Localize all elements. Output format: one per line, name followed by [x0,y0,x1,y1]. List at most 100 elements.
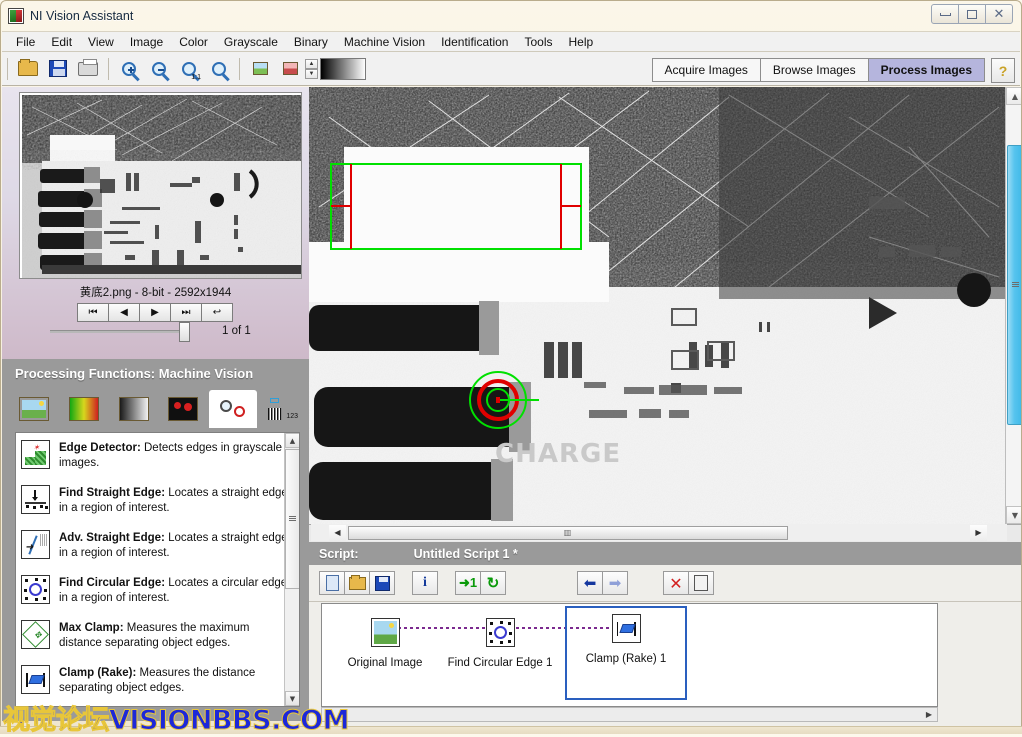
page-count-label: 1 of 1 [222,325,251,337]
zoom-out-button[interactable] [145,56,173,82]
script-step-original-image[interactable]: Original Image [326,612,444,698]
image-horizontal-scrollbar[interactable]: ◀ ▥ ▶ [311,524,1007,541]
menu-image[interactable]: Image [122,33,171,51]
zoom-out-icon [152,62,166,76]
image-navigation: ⏮ ◀ ▶ ⏭ ↩ [2,303,309,322]
script-scroll-right-arrow[interactable]: ▶ [922,708,936,721]
close-button[interactable]: ✕ [985,4,1013,24]
thumbnail-preview[interactable] [19,92,302,279]
run-once-icon: ➜1 [459,575,477,591]
save-image-button[interactable] [44,56,72,82]
clamp-rake-icon [612,614,641,643]
palette-stepper[interactable]: ▲ ▼ [305,59,318,79]
thumbnail-image [22,95,301,278]
image-scroll-down-arrow[interactable]: ▼ [1006,506,1022,524]
open-image-button[interactable] [14,56,42,82]
palette-stepper-up[interactable]: ▲ [305,59,318,69]
function-item-edge-detector[interactable]: ✶ Edge Detector: Detects edges in graysc… [16,433,299,478]
category-tab-grayscale[interactable] [110,390,158,428]
image-hscrollbar-thumb[interactable]: ▥ [348,526,788,540]
step-back-button[interactable]: ⬅ [577,571,603,595]
function-item-find-straight-edge[interactable]: Find Straight Edge: Locates a straight e… [16,478,299,523]
zoom-actual-button[interactable]: 1:1 [175,56,203,82]
image-slider-thumb[interactable] [179,322,190,342]
menu-help[interactable]: Help [561,33,602,51]
info-icon: i [423,575,427,591]
scrollbar-thumb[interactable] [285,449,300,589]
function-item-clamp-rake[interactable]: Clamp (Rake): Measures the distance sepa… [16,658,299,703]
image-scroll-left-arrow[interactable]: ◀ [329,525,346,541]
image-slider-row: 1 of 1 [2,325,309,337]
image-scroll-up-arrow[interactable]: ▲ [1006,87,1022,105]
script-step-clamp-rake[interactable]: Clamp (Rake) 1 [565,606,687,700]
menu-tools[interactable]: Tools [516,33,560,51]
script-info-button[interactable]: i [412,571,438,595]
menu-view[interactable]: View [80,33,122,51]
run-loop-icon: ↻ [487,574,500,592]
function-title: Max Clamp: [59,622,124,634]
tab-acquire-images[interactable]: Acquire Images [653,59,761,81]
run-once-button[interactable]: ➜1 [455,571,481,595]
help-button[interactable]: ? [991,58,1015,83]
category-tab-identification[interactable]: 123 [259,390,307,428]
category-tab-image[interactable] [10,390,58,428]
image-slider[interactable] [50,330,186,333]
function-item-find-circular-edge[interactable]: Find Circular Edge: Locates a circular e… [16,568,299,613]
previous-image-button[interactable]: ◀ [108,303,140,322]
new-script-button[interactable] [319,571,345,595]
image-vscrollbar-thumb[interactable] [1007,145,1022,425]
toolbar-divider [7,58,8,80]
delete-step-button[interactable]: ✕ [663,571,689,595]
menu-edit[interactable]: Edit [43,33,80,51]
new-script-icon [326,575,339,591]
save-script-button[interactable] [369,571,395,595]
step-forward-button[interactable]: ➡ [602,571,628,595]
image-view-icon [253,62,268,75]
menu-color[interactable]: Color [171,33,216,51]
script-step-find-circular-edge[interactable]: Find Circular Edge 1 [441,612,559,698]
function-list-scrollbar[interactable]: ▲ ▼ [284,433,299,706]
image-category-icon [19,397,49,421]
image-vertical-scrollbar[interactable]: ▲ ▼ [1005,87,1022,524]
color-view-button[interactable] [276,56,304,82]
script-step-list[interactable]: Original Image Find Circular Edge 1 Clam… [321,603,938,707]
zoom-in-button[interactable] [115,56,143,82]
scroll-up-arrow[interactable]: ▲ [285,433,300,448]
copy-step-button[interactable] [688,571,714,595]
function-item-adv-straight-edge[interactable]: ➜ Adv. Straight Edge: Locates a straight… [16,523,299,568]
category-tab-color[interactable] [60,390,108,428]
clamp-rake-icon [21,665,50,694]
image-browser-panel: 黄底2.png - 8-bit - 2592x1944 ⏮ ◀ ▶ ⏭ ↩ 1 … [2,87,309,359]
reload-image-button[interactable]: ↩ [201,303,233,322]
minimize-button[interactable] [931,4,959,24]
maximize-button[interactable] [958,4,986,24]
adv-straight-edge-icon: ➜ [21,530,50,559]
last-image-button[interactable]: ⏭ [170,303,202,322]
category-tab-machine-vision[interactable] [209,390,257,428]
print-button[interactable] [74,56,102,82]
grayscale-palette-bar[interactable] [320,58,366,80]
menu-identification[interactable]: Identification [433,33,516,51]
image-canvas[interactable]: CHARGE [309,87,1005,524]
category-tab-binary[interactable] [159,390,207,428]
grayscale-category-icon [119,397,149,421]
next-image-button[interactable]: ▶ [139,303,171,322]
open-script-button[interactable] [344,571,370,595]
menu-machine-vision[interactable]: Machine Vision [336,33,433,51]
tab-browse-images[interactable]: Browse Images [761,59,869,81]
edge-detector-icon: ✶ [21,440,50,469]
function-item-max-clamp[interactable]: ✥ Max Clamp: Measures the maximum distan… [16,613,299,658]
run-continuous-button[interactable]: ↻ [480,571,506,595]
function-list[interactable]: ✶ Edge Detector: Detects edges in graysc… [15,432,300,707]
menu-binary[interactable]: Binary [286,33,336,51]
menu-grayscale[interactable]: Grayscale [216,33,286,51]
first-image-button[interactable]: ⏮ [77,303,109,322]
zoom-fit-button[interactable] [205,56,233,82]
tab-process-images[interactable]: Process Images [869,59,984,81]
image-view-button[interactable] [246,56,274,82]
image-scroll-right-arrow[interactable]: ▶ [970,525,987,541]
script-horizontal-scrollbar[interactable]: ▶ [321,707,938,722]
function-title: Find Straight Edge: [59,487,165,499]
menu-file[interactable]: File [8,33,43,51]
palette-stepper-down[interactable]: ▼ [305,69,318,79]
